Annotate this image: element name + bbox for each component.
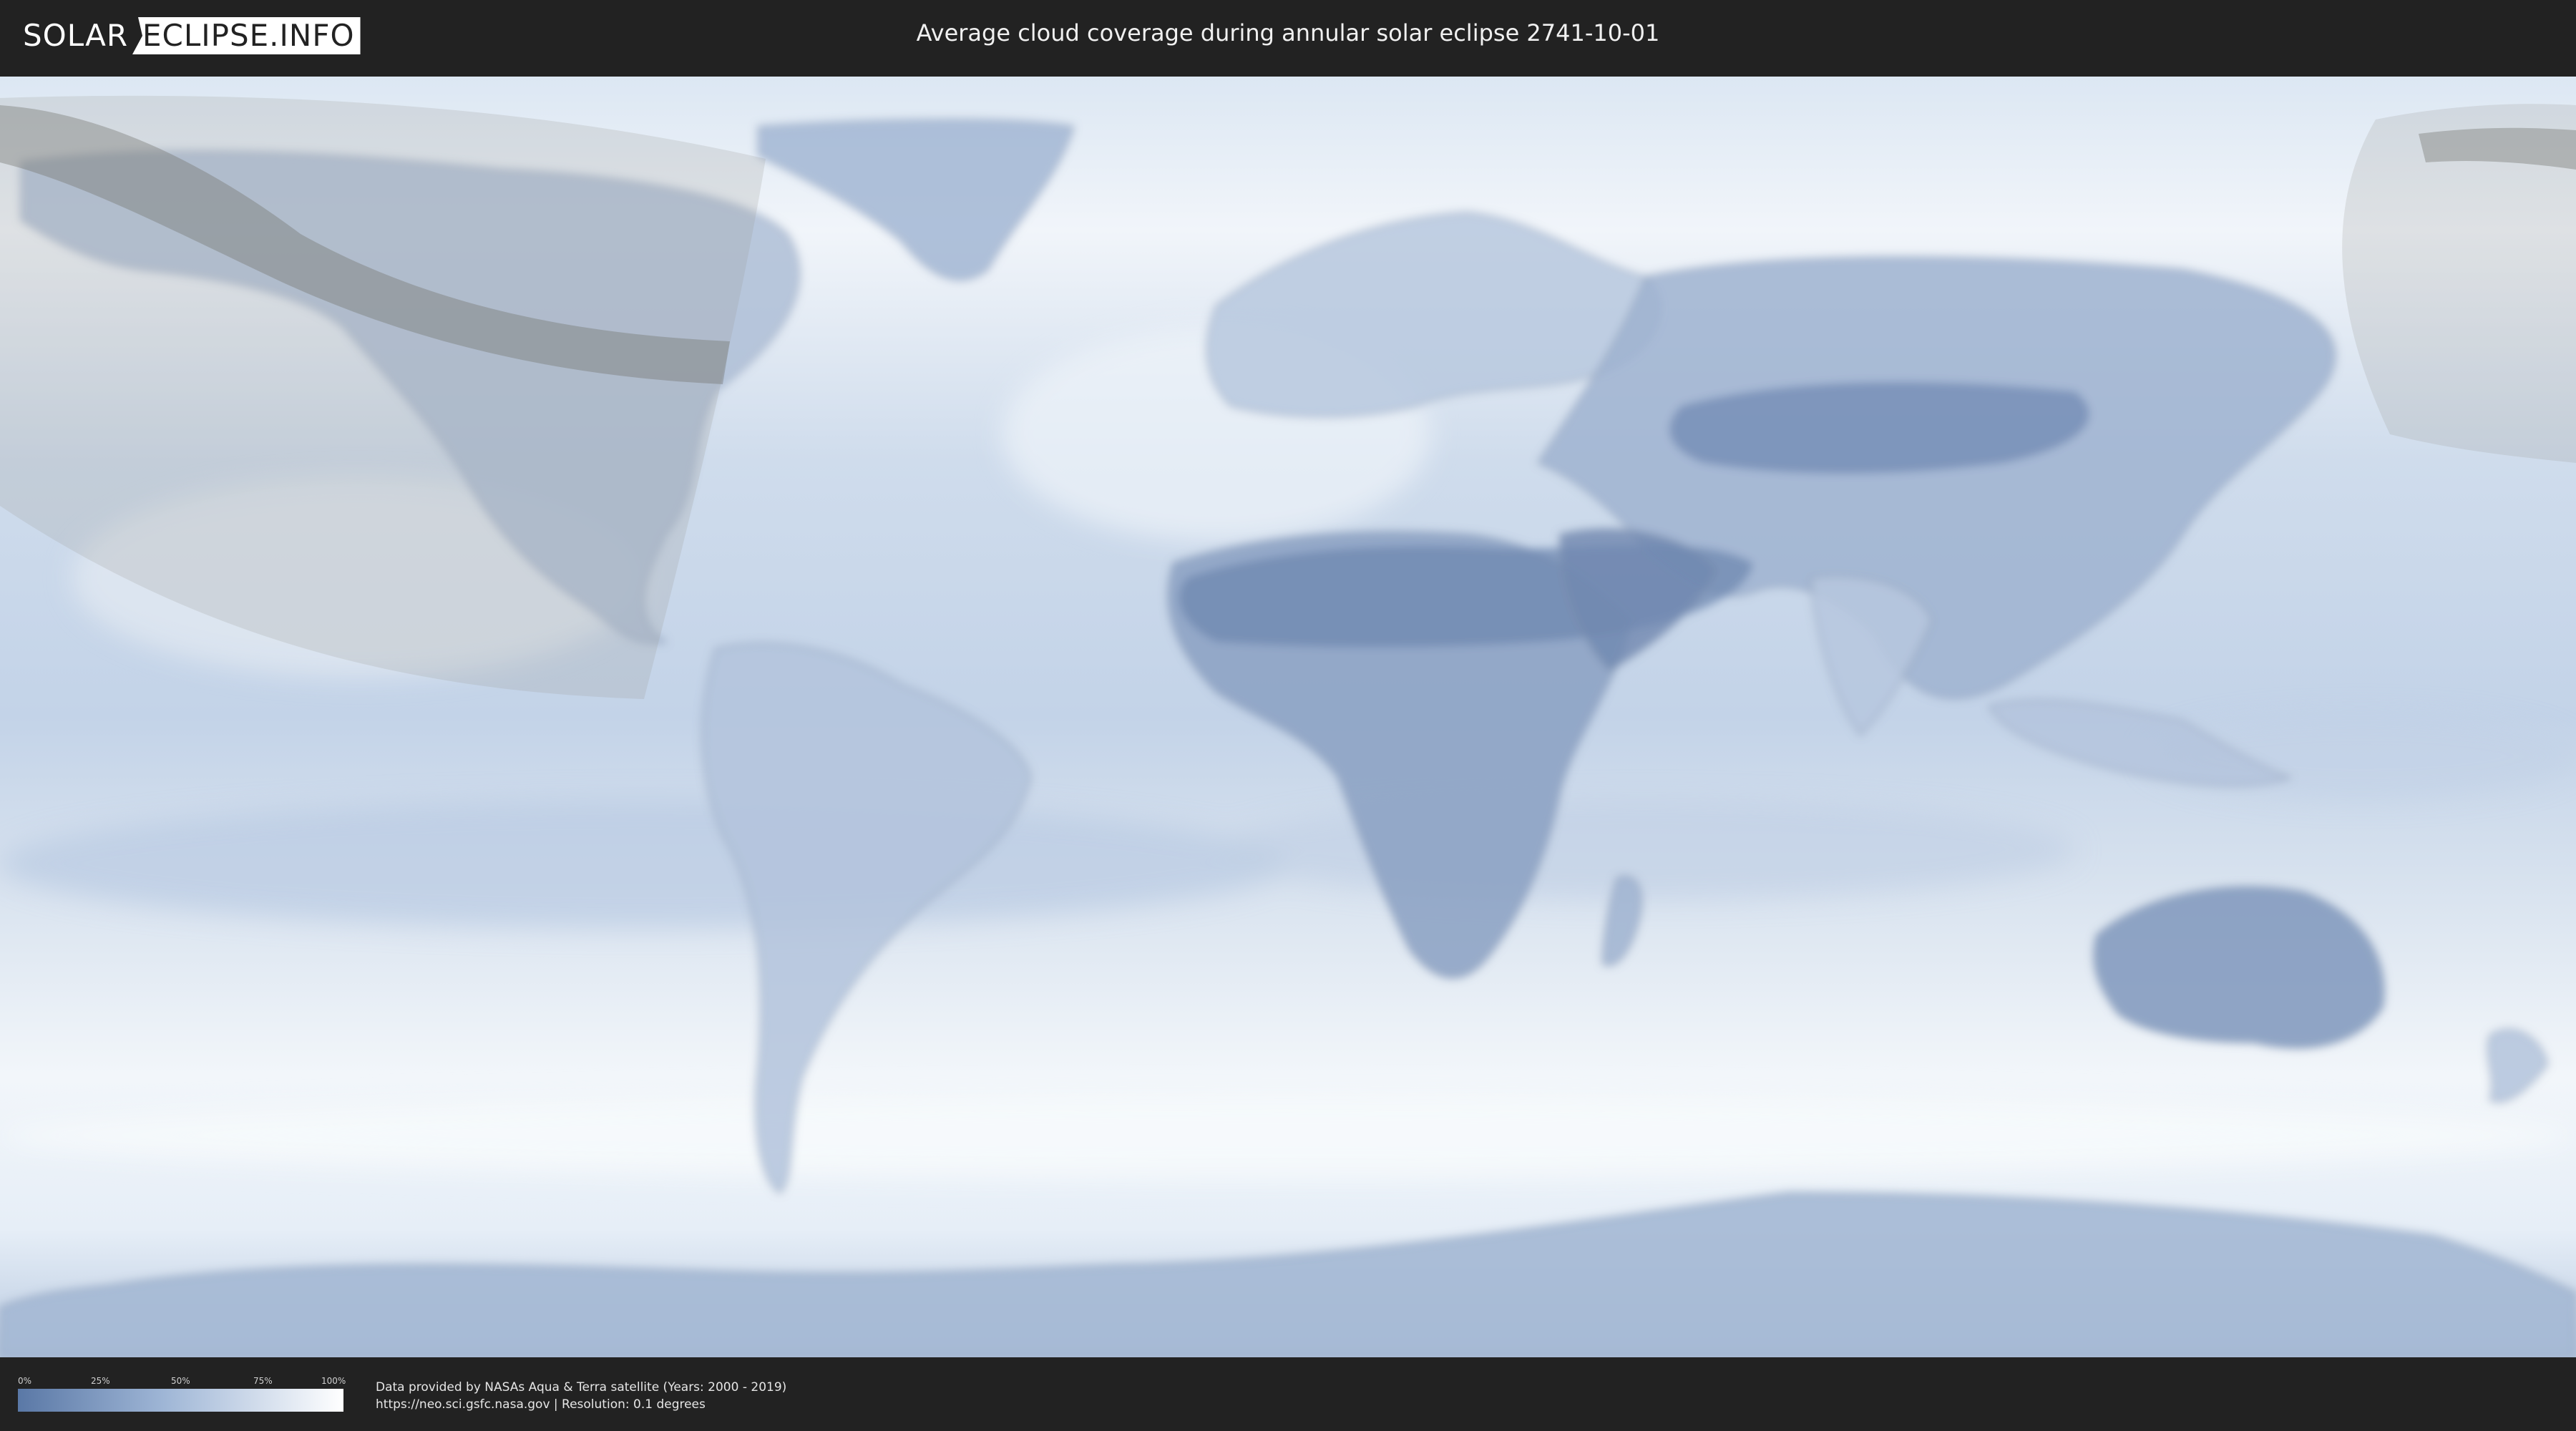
australia: [2093, 886, 2385, 1049]
credit-line-source: Data provided by NASAs Aqua & Terra sate…: [376, 1380, 787, 1395]
scale-tick-0: 0%: [18, 1376, 32, 1386]
credit-line-url[interactable]: https://neo.sci.gsfc.nasa.gov | Resoluti…: [376, 1396, 786, 1413]
scale-tick-100: 100%: [321, 1376, 346, 1386]
cloud-coverage-scale: 0% 25% 50% 75% 100%: [18, 1376, 346, 1412]
cloud-coverage-map[interactable]: [0, 77, 2576, 1357]
page-title: Average cloud coverage during annular so…: [916, 19, 1660, 47]
data-credits: Data provided by NASAs Aqua & Terra sate…: [376, 1379, 786, 1413]
map-svg: [0, 77, 2576, 1357]
footer-bar: 0% 25% 50% 75% 100% Data provided by NAS…: [0, 1357, 2576, 1431]
header-bar: SOLAR ECLIPSE.INFO Average cloud coverag…: [0, 0, 2576, 72]
scale-ticks: 0% 25% 50% 75% 100%: [18, 1376, 346, 1389]
scale-tick-75: 75%: [253, 1376, 273, 1386]
scale-tick-25: 25%: [91, 1376, 110, 1386]
scale-tick-50: 50%: [171, 1376, 190, 1386]
scale-gradient-bar: [18, 1389, 343, 1412]
